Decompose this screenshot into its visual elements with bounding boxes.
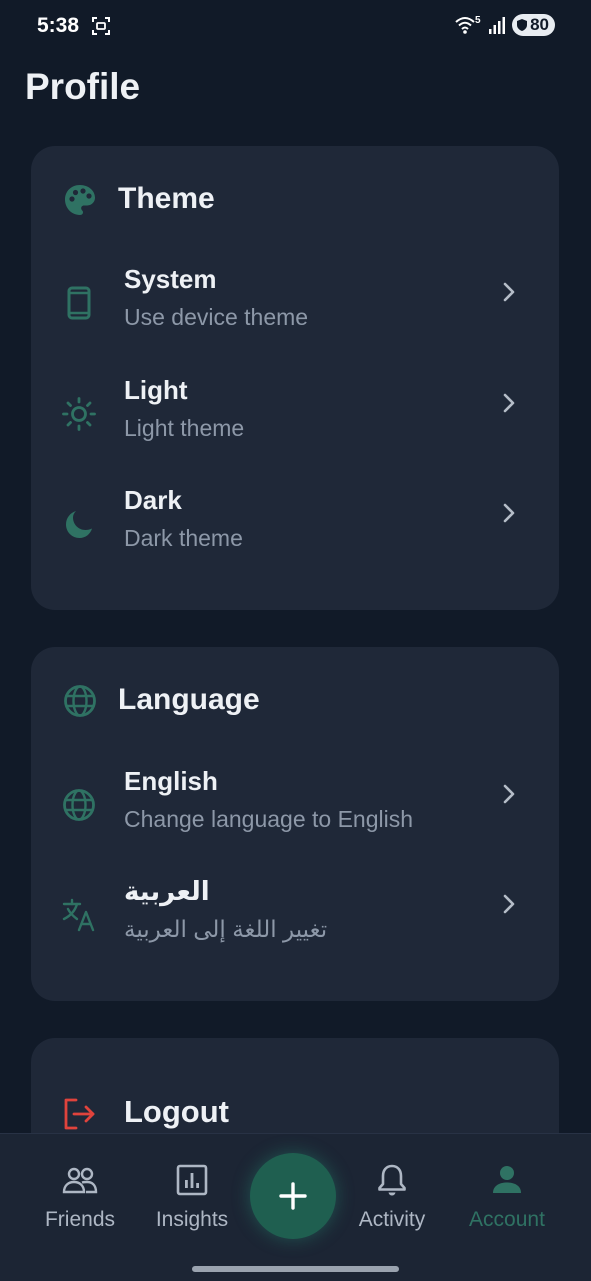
add-button[interactable] bbox=[250, 1153, 336, 1239]
language-option-subtitle: تغيير اللغة إلى العربية bbox=[124, 916, 328, 942]
sun-icon bbox=[62, 397, 96, 431]
wifi-icon: 5 bbox=[455, 15, 481, 34]
shield-icon bbox=[517, 19, 528, 31]
globe-icon bbox=[63, 789, 95, 821]
theme-option-dark[interactable]: Dark Dark theme bbox=[31, 485, 559, 585]
network-badge: 5 bbox=[475, 15, 481, 26]
theme-option-title: Light bbox=[124, 375, 188, 405]
language-section-title: Language bbox=[118, 683, 260, 716]
home-indicator[interactable] bbox=[192, 1266, 399, 1272]
chevron-right-icon bbox=[503, 894, 515, 914]
status-bar: 5:38 5 80 bbox=[0, 0, 591, 56]
globe-icon bbox=[64, 685, 96, 717]
chevron-right-icon bbox=[503, 503, 515, 523]
language-option-title: English bbox=[124, 766, 218, 796]
nav-insights[interactable]: Insights bbox=[132, 1156, 252, 1232]
battery-level: 80 bbox=[530, 15, 549, 34]
signal-icon bbox=[489, 17, 506, 34]
translate-icon bbox=[62, 898, 95, 932]
smartphone-icon bbox=[67, 286, 91, 320]
theme-option-title: System bbox=[124, 264, 217, 294]
language-section-header: Language bbox=[31, 647, 559, 757]
nav-friends[interactable]: Friends bbox=[20, 1156, 140, 1232]
status-time: 5:38 bbox=[37, 14, 80, 37]
chevron-right-icon bbox=[503, 282, 515, 302]
theme-section-header: Theme bbox=[31, 146, 559, 256]
theme-option-title: Dark bbox=[124, 485, 182, 515]
theme-option-subtitle: Use device theme bbox=[124, 304, 309, 330]
bottom-navigation: Friends Insights Activity Account bbox=[0, 1133, 591, 1281]
bell-icon bbox=[378, 1164, 406, 1196]
chevron-right-icon bbox=[503, 784, 515, 804]
language-card: Language English Change language to Engl… bbox=[31, 647, 559, 1001]
palette-icon bbox=[65, 185, 95, 215]
battery-indicator: 80 bbox=[512, 14, 555, 36]
person-icon bbox=[493, 1166, 521, 1193]
nav-label: Insights bbox=[155, 1208, 229, 1231]
screen-record-icon bbox=[92, 17, 110, 35]
nav-label: Account bbox=[469, 1208, 545, 1231]
nav-account[interactable]: Account bbox=[447, 1156, 567, 1232]
theme-option-subtitle: Dark theme bbox=[124, 525, 243, 551]
people-icon bbox=[62, 1167, 98, 1194]
theme-card: Theme System Use device theme Light Ligh… bbox=[31, 146, 559, 610]
language-option-arabic[interactable]: العربية تغيير اللغة إلى العربية bbox=[31, 876, 559, 976]
page-title: Profile bbox=[25, 66, 141, 107]
nav-label: Friends bbox=[44, 1208, 116, 1231]
nav-label: Activity bbox=[358, 1208, 426, 1231]
logout-icon bbox=[64, 1098, 95, 1130]
theme-option-system[interactable]: System Use device theme bbox=[31, 264, 559, 364]
theme-option-light[interactable]: Light Light theme bbox=[31, 375, 559, 475]
logout-label: Logout bbox=[124, 1094, 230, 1129]
language-option-subtitle: Change language to English bbox=[124, 806, 414, 832]
nav-activity[interactable]: Activity bbox=[332, 1156, 452, 1232]
chart-icon bbox=[176, 1164, 208, 1196]
theme-section-title: Theme bbox=[118, 182, 215, 215]
chevron-right-icon bbox=[503, 393, 515, 413]
status-indicators: 5 80 bbox=[454, 14, 555, 36]
language-option-english[interactable]: English Change language to English bbox=[31, 766, 559, 866]
language-option-title: العربية bbox=[124, 876, 210, 906]
plus-icon bbox=[279, 1182, 307, 1210]
moon-icon bbox=[66, 511, 92, 538]
theme-option-subtitle: Light theme bbox=[124, 415, 245, 441]
